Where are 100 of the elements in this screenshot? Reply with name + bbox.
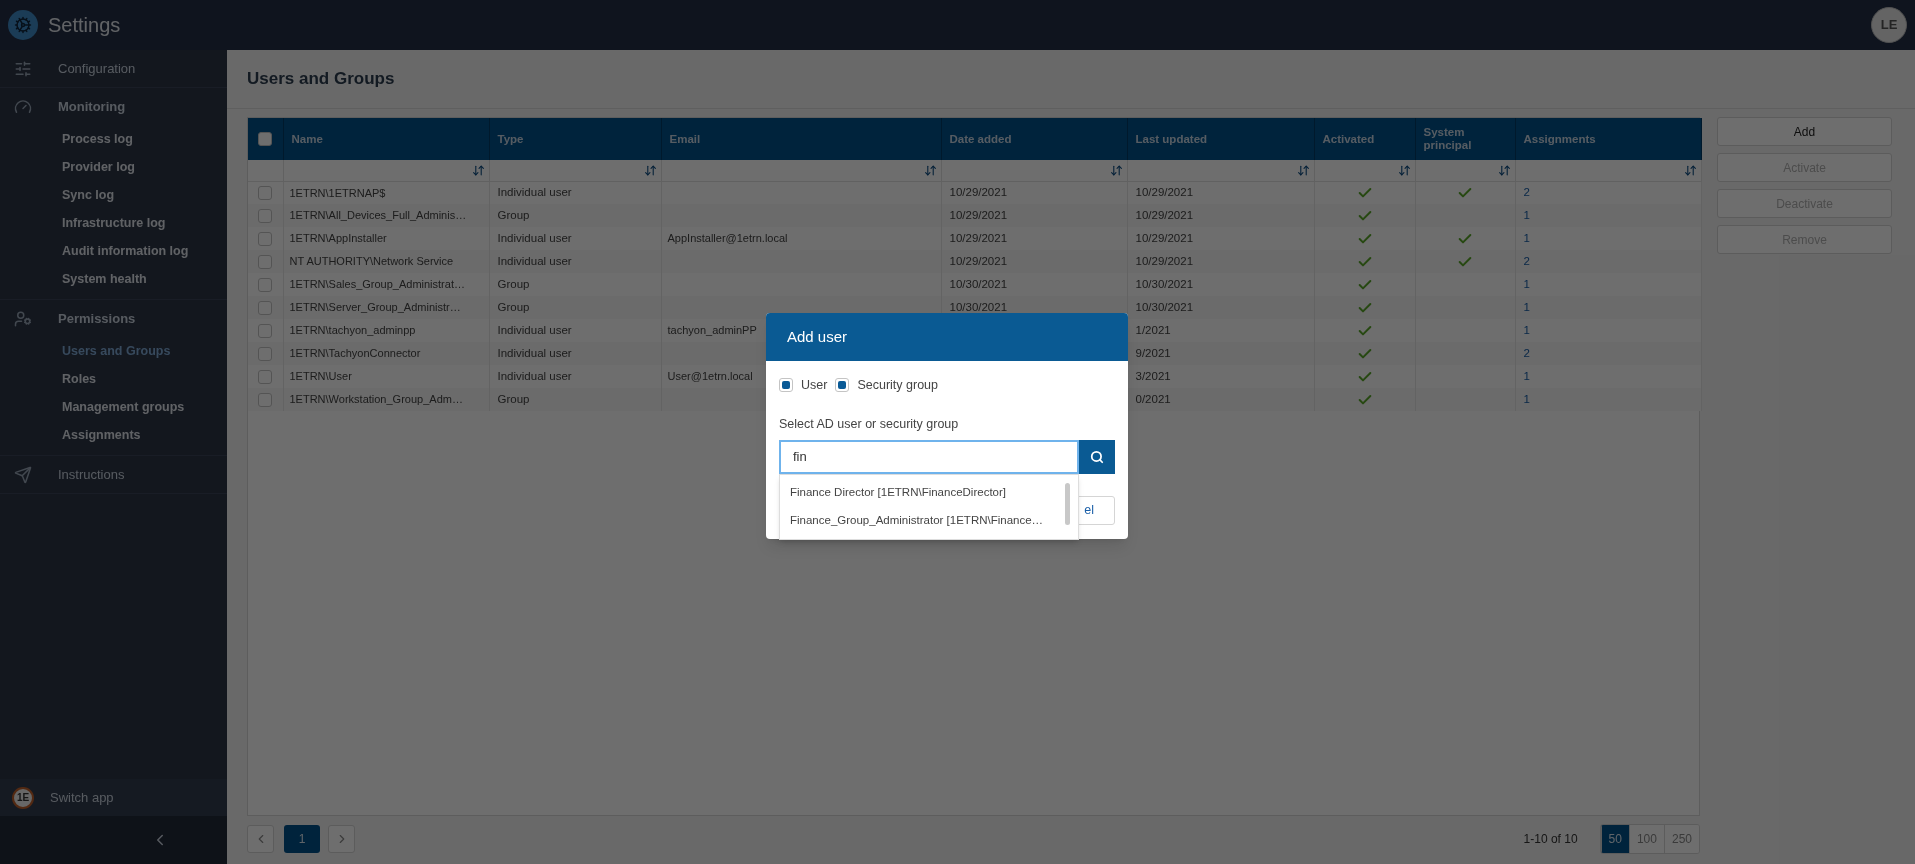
page-title: Users and Groups: [227, 50, 1915, 109]
user-gear-icon: [14, 309, 32, 328]
sort-icon[interactable]: [643, 163, 657, 177]
sidebar-item[interactable]: Provider log: [0, 153, 227, 181]
field-label: Select AD user or security group: [779, 415, 960, 433]
sidebar-item[interactable]: Management groups: [0, 393, 227, 421]
table-cell: 1ETRN\User: [289, 370, 352, 383]
sidebar-section[interactable]: Permissions: [0, 300, 227, 337]
assignments-link[interactable]: 1: [1523, 300, 1530, 313]
table-row[interactable]: 1ETRN\1ETRNAP$ Individual user 10/29/2021 10/29/2021 2: [248, 181, 1701, 204]
suggestion-item[interactable]: Finance_Group_Administrator [1ETRN\Finance…: [780, 506, 1065, 535]
action-button[interactable]: Add: [1717, 117, 1892, 146]
table-cell: Individual user: [497, 369, 572, 382]
assignments-link[interactable]: 1: [1523, 392, 1530, 405]
range-text: 1-10 of 10: [1523, 831, 1578, 848]
table-cell: 10/30/2021: [1135, 300, 1194, 313]
checkbox[interactable]: [835, 378, 850, 393]
checkbox-label: Security group: [857, 377, 938, 394]
page-size-button[interactable]: 50: [1600, 825, 1629, 853]
checkbox[interactable]: [258, 208, 273, 223]
table-cell: 10/29/2021: [1135, 208, 1194, 221]
table-cell: 1/2021: [1135, 323, 1171, 336]
checkbox-label: User: [801, 377, 828, 394]
table-cell: Group: [497, 300, 530, 313]
table-cell: 1ETRN\tachyon_adminpp: [289, 324, 416, 337]
table-cell: 0/2021: [1135, 392, 1171, 405]
sidebar-section[interactable]: Instructions: [0, 456, 227, 493]
search-field[interactable]: fin: [779, 439, 1079, 474]
table-cell: 10/30/2021: [949, 277, 1008, 290]
sort-icon[interactable]: [1397, 163, 1411, 177]
table-cell: User@1etrn.local: [667, 370, 753, 383]
sort-icon[interactable]: [1497, 163, 1511, 177]
sidebar-item[interactable]: Process log: [0, 125, 227, 153]
sidebar-item[interactable]: Roles: [0, 365, 227, 393]
user-avatar[interactable]: LE: [1871, 7, 1907, 43]
table-cell: 10/29/2021: [949, 208, 1008, 221]
sidebar-item[interactable]: Assignments: [0, 421, 227, 449]
assignments-link[interactable]: 1: [1523, 208, 1530, 221]
table-cell: Group: [497, 208, 530, 221]
scrollbar: [1065, 482, 1070, 525]
sidebar-section[interactable]: Configuration: [0, 50, 227, 87]
checkbox[interactable]: [258, 231, 273, 246]
assignments-link[interactable]: 1: [1523, 323, 1530, 336]
sort-icon[interactable]: [923, 163, 937, 177]
sort-icon[interactable]: [1109, 163, 1123, 177]
table-cell: Individual user: [497, 346, 572, 359]
checkbox[interactable]: [258, 392, 273, 407]
table-cell: 10/29/2021: [949, 231, 1008, 244]
assignments-link[interactable]: 2: [1523, 186, 1530, 199]
app-title: Settings: [48, 13, 121, 38]
table-cell: Group: [497, 277, 530, 290]
table-cell: Individual user: [497, 323, 572, 336]
checkbox[interactable]: [258, 132, 273, 146]
switch-app-item[interactable]: 1E Switch app: [0, 779, 227, 816]
sort-icon[interactable]: [471, 163, 485, 177]
assignments-link[interactable]: 2: [1523, 346, 1530, 359]
table-cell: tachyon_adminPP: [667, 324, 757, 337]
table-cell: 1ETRN\1ETRNAP$: [289, 186, 386, 199]
gears-logo-icon: [8, 10, 38, 40]
assignments-link[interactable]: 1: [1523, 231, 1530, 244]
paper-plane-icon: [14, 465, 32, 484]
table-cell: 1ETRN\Sales_Group_Administrat…: [289, 278, 465, 291]
table-cell: Group: [497, 392, 530, 405]
sidebar-section[interactable]: Monitoring: [0, 88, 227, 125]
sort-icon[interactable]: [1683, 163, 1697, 177]
table-cell: 10/30/2021: [949, 300, 1008, 313]
table-cell: 1ETRN\Workstation_Group_Adm…: [289, 393, 463, 406]
checkbox[interactable]: [258, 277, 273, 292]
table-cell: Individual user: [497, 231, 572, 244]
checkbox[interactable]: [258, 346, 273, 361]
checkbox[interactable]: [258, 300, 273, 315]
table-cell: 10/29/2021: [1135, 231, 1194, 244]
table-cell: Individual user: [497, 186, 572, 199]
sidebar-item[interactable]: Sync log: [0, 181, 227, 209]
sidebar-item[interactable]: Audit information log: [0, 237, 227, 265]
checkbox[interactable]: [258, 323, 273, 338]
suggestion-item[interactable]: Finance Director [1ETRN\FinanceDirector]: [780, 478, 1065, 507]
assignments-link[interactable]: 1: [1523, 277, 1530, 290]
table-cell: 3/2021: [1135, 369, 1171, 382]
checkbox[interactable]: [258, 254, 273, 269]
sort-icon[interactable]: [1296, 163, 1310, 177]
checkbox[interactable]: [258, 185, 273, 200]
sidebar-item[interactable]: Infrastructure log: [0, 209, 227, 237]
search-button[interactable]: [1079, 439, 1115, 474]
page-button[interactable]: 1: [284, 825, 320, 853]
table-cell: 1ETRN\AppInstaller: [289, 232, 387, 245]
table-cell: 10/29/2021: [1135, 254, 1194, 267]
gauge-icon: [14, 97, 32, 116]
assignments-link[interactable]: 1: [1523, 369, 1530, 382]
checkbox[interactable]: [258, 369, 273, 384]
table-cell: NT AUTHORITY\Network Service: [289, 255, 454, 268]
table-cell: Individual user: [497, 254, 572, 267]
sidebar-item[interactable]: System health: [0, 265, 227, 293]
table-cell: AppInstaller@1etrn.local: [667, 232, 788, 245]
assignments-link[interactable]: 2: [1523, 254, 1530, 267]
checkbox[interactable]: [779, 378, 793, 393]
table-cell: 9/2021: [1135, 346, 1171, 359]
search-icon: [1090, 449, 1104, 464]
table-cell: 1ETRN\All_Devices_Full_Adminis…: [289, 209, 467, 222]
table-cell: 10/29/2021: [949, 186, 1008, 199]
